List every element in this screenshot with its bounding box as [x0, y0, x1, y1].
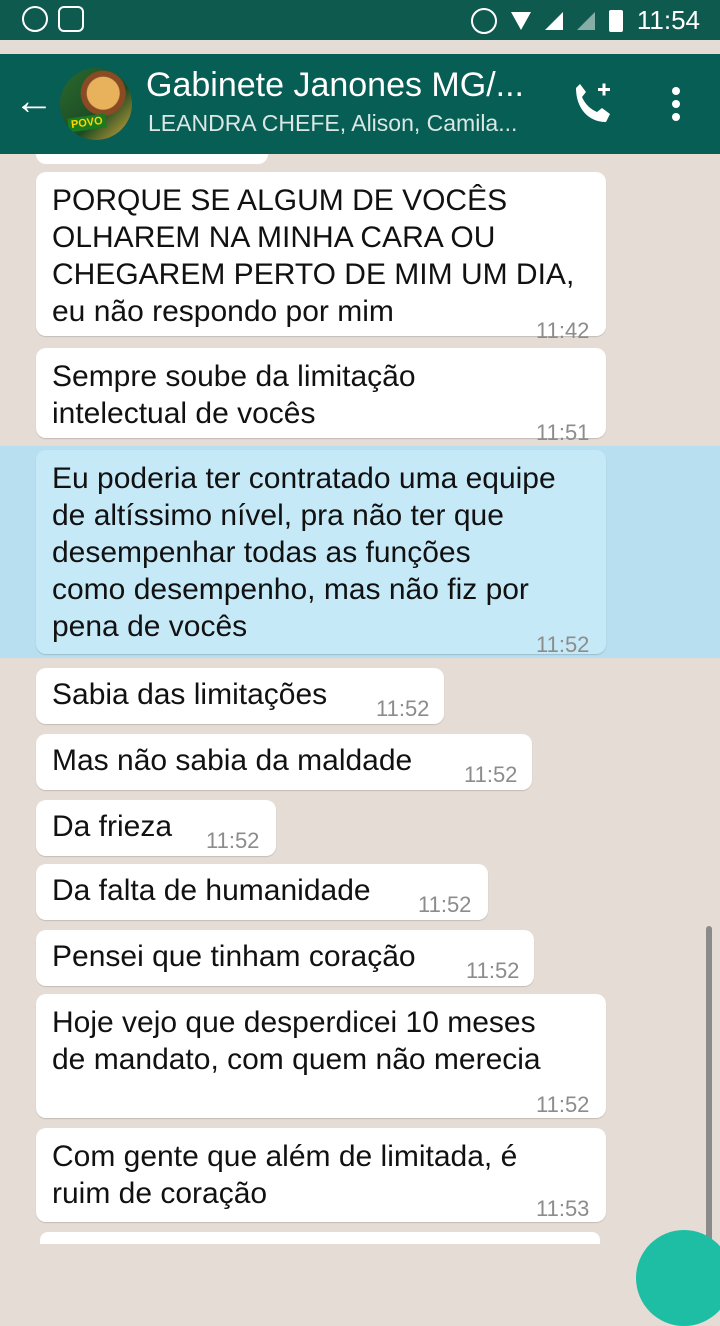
message-bubble[interactable]: Com gente que além de limitada, é ruim d… — [36, 1128, 606, 1222]
message-time: 11:52 — [464, 762, 518, 787]
message-time: 11:52 — [466, 958, 520, 983]
message-text: PORQUE SE ALGUM DE VOCÊS OLHAREM NA MINH… — [52, 184, 575, 328]
chat-header: ← POVO Gabinete Janones MG/... LEANDRA C… — [0, 54, 720, 154]
status-bar: 11:54 — [0, 0, 720, 40]
scrollbar-thumb[interactable] — [706, 926, 712, 1246]
avatar-badge-text: POVO — [67, 113, 107, 133]
message-text: Eu poderia ter contratado uma equipe de … — [52, 462, 556, 643]
chat-participants[interactable]: LEANDRA CHEFE, Alison, Camila... — [148, 110, 517, 137]
battery-icon — [608, 9, 623, 32]
message-text: Hoje vejo que desperdicei 10 meses de ma… — [52, 1006, 541, 1076]
more-options-icon[interactable] — [666, 84, 686, 124]
message-time: 11:52 — [376, 696, 430, 721]
previous-message-edge — [36, 154, 268, 164]
back-arrow-icon[interactable]: ← — [14, 76, 54, 126]
message-bubble[interactable]: Da frieza 11:52 — [36, 800, 276, 856]
message-text: Sempre soube da limitação intelectual de… — [52, 360, 416, 430]
signal-icon-secondary — [576, 11, 595, 30]
message-bubble[interactable]: Sabia das limitações 11:52 — [36, 668, 444, 724]
gallery-icon — [58, 6, 84, 32]
message-text: Da falta de humanidade — [52, 874, 371, 907]
signal-icon — [544, 11, 563, 30]
message-bubble[interactable]: Eu poderia ter contratado uma equipe de … — [36, 450, 606, 657]
message-bubble[interactable]: PORQUE SE ALGUM DE VOCÊS OLHAREM NA MINH… — [36, 172, 606, 343]
add-call-icon[interactable] — [570, 80, 614, 128]
wifi-icon — [510, 11, 531, 30]
message-bubble[interactable]: Mas não sabia da maldade 11:52 — [36, 734, 532, 790]
message-text: Da frieza — [52, 810, 173, 843]
message-time: 11:53 — [536, 1196, 590, 1221]
next-message-edge — [40, 1232, 600, 1244]
message-text: Sabia das limitações — [52, 678, 328, 711]
group-avatar[interactable]: POVO — [60, 68, 132, 140]
message-time: 11:52 — [206, 828, 260, 853]
status-time: 11:54 — [636, 5, 700, 35]
message-bubble[interactable]: Hoje vejo que desperdicei 10 meses de ma… — [36, 994, 606, 1118]
alarm-icon — [470, 7, 497, 34]
message-bubble[interactable]: Pensei que tinham coração 11:52 — [36, 930, 534, 986]
message-text: Pensei que tinham coração — [52, 940, 416, 973]
message-bubble[interactable]: Sempre soube da limitação intelectual de… — [36, 348, 606, 445]
scroll-down-button[interactable] — [636, 1230, 720, 1326]
instagram-icon — [22, 6, 48, 32]
message-time: 11:52 — [536, 632, 590, 657]
message-text: Com gente que além de limitada, é ruim d… — [52, 1140, 518, 1210]
message-list[interactable]: PORQUE SE ALGUM DE VOCÊS OLHAREM NA MINH… — [0, 154, 720, 1326]
message-text: Mas não sabia da maldade — [52, 744, 413, 777]
chat-title[interactable]: Gabinete Janones MG/... — [146, 66, 524, 105]
message-time: 11:42 — [536, 318, 590, 343]
message-time: 11:52 — [536, 1092, 590, 1117]
message-bubble[interactable]: Da falta de humanidade 11:52 — [36, 864, 488, 920]
message-time: 11:52 — [418, 892, 472, 917]
message-time: 11:51 — [536, 420, 590, 445]
